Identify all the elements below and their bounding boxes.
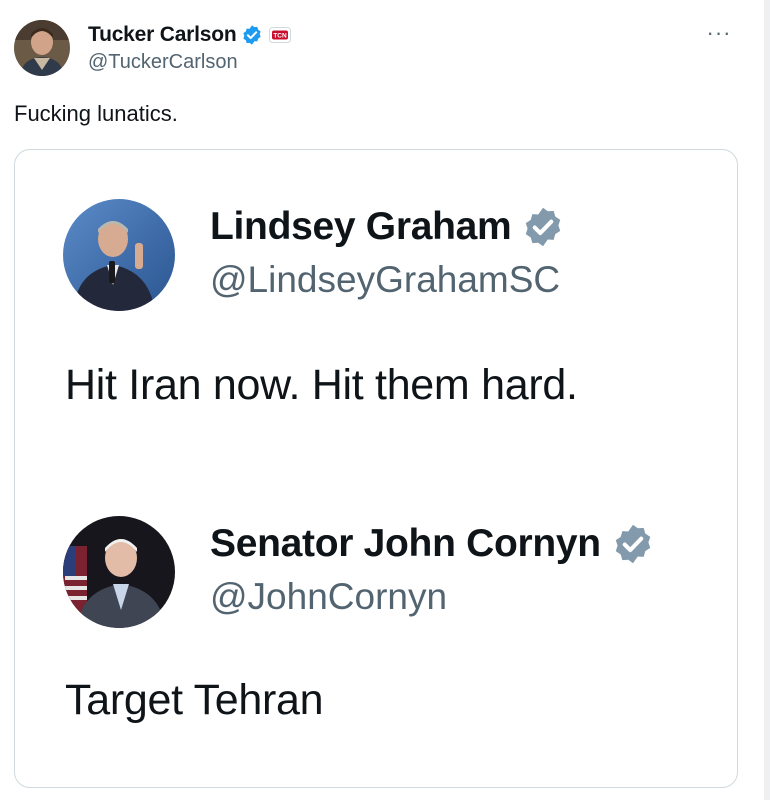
author-name-row: Tucker Carlson TCN: [88, 22, 291, 48]
cornyn-handle: @JohnCornyn: [210, 576, 448, 617]
more-options-button[interactable]: ···: [702, 18, 736, 48]
cornyn-name-row: Senator John Cornyn: [210, 522, 655, 566]
cornyn-names: Senator John Cornyn @JohnCornyn: [210, 522, 655, 618]
author-display-name[interactable]: Tucker Carlson: [88, 23, 237, 47]
embedded-post-graham: Lindsey Graham @LindseyGrahamSC: [63, 199, 565, 311]
affiliation-badge-icon[interactable]: TCN: [268, 27, 291, 43]
gray-verified-badge-icon: [521, 205, 565, 249]
author-info: Tucker Carlson TCN @TuckerCarlson: [88, 22, 291, 74]
cornyn-post-text: Target Tehran: [65, 676, 324, 724]
cornyn-avatar: [63, 516, 175, 628]
more-horizontal-icon: ···: [706, 20, 732, 45]
author-avatar-image: [14, 20, 70, 76]
graham-avatar-image: [63, 199, 175, 311]
verified-badge-icon[interactable]: [241, 24, 263, 46]
gray-verified-badge-icon: [611, 522, 655, 566]
graham-display-name: Lindsey Graham: [210, 205, 512, 248]
graham-handle: @LindseyGrahamSC: [210, 259, 561, 300]
cornyn-display-name: Senator John Cornyn: [210, 522, 601, 565]
tweet-view: Tucker Carlson TCN @TuckerCarlson ··· Fu…: [0, 0, 770, 800]
author-avatar[interactable]: [14, 20, 70, 76]
tweet-media-image[interactable]: Lindsey Graham @LindseyGrahamSC Hit Iran…: [14, 149, 738, 788]
cornyn-avatar-image: [63, 516, 175, 628]
tweet-header: Tucker Carlson TCN @TuckerCarlson: [14, 20, 291, 76]
graham-name-row: Lindsey Graham: [210, 205, 565, 249]
scroll-edge: [764, 0, 770, 800]
graham-names: Lindsey Graham @LindseyGrahamSC: [210, 205, 565, 301]
graham-avatar: [63, 199, 175, 311]
embedded-post-cornyn: Senator John Cornyn @JohnCornyn: [63, 516, 655, 628]
graham-post-text: Hit Iran now. Hit them hard.: [65, 361, 578, 409]
affiliation-badge-text: TCN: [273, 33, 287, 40]
author-handle[interactable]: @TuckerCarlson: [88, 51, 291, 74]
tweet-text: Fucking lunatics.: [14, 101, 178, 126]
